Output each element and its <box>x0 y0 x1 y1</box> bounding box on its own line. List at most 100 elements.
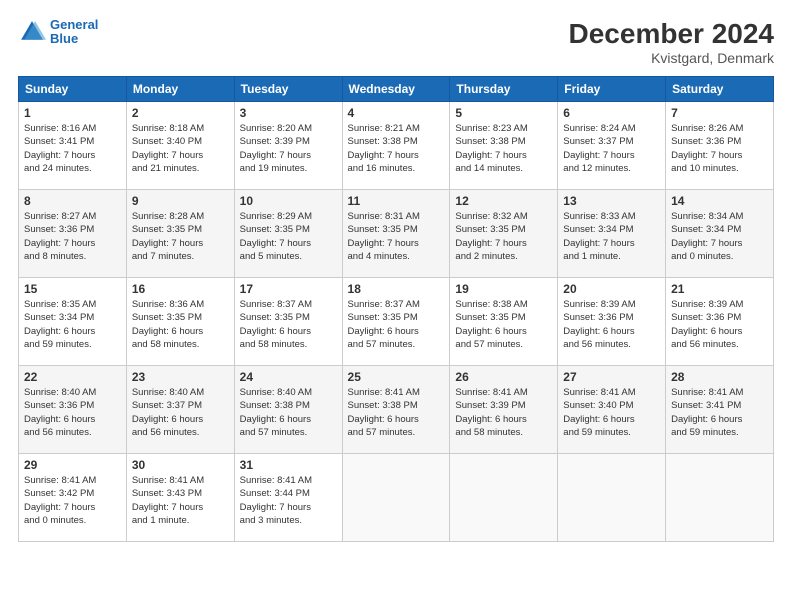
day-info: Sunrise: 8:27 AM Sunset: 3:36 PM Dayligh… <box>24 210 121 263</box>
day-info: Sunrise: 8:41 AM Sunset: 3:43 PM Dayligh… <box>132 474 229 527</box>
day-info: Sunrise: 8:40 AM Sunset: 3:36 PM Dayligh… <box>24 386 121 439</box>
logo-blue: Blue <box>50 31 78 46</box>
day-info: Sunrise: 8:41 AM Sunset: 3:42 PM Dayligh… <box>24 474 121 527</box>
calendar-cell: 17 Sunrise: 8:37 AM Sunset: 3:35 PM Dayli… <box>234 278 342 366</box>
day-info: Sunrise: 8:39 AM Sunset: 3:36 PM Dayligh… <box>671 298 768 351</box>
calendar-cell: 30 Sunrise: 8:41 AM Sunset: 3:43 PM Dayli… <box>126 454 234 542</box>
day-number: 16 <box>132 282 229 296</box>
logo: General Blue <box>18 18 98 47</box>
calendar-cell: 19 Sunrise: 8:38 AM Sunset: 3:35 PM Dayli… <box>450 278 558 366</box>
day-number: 27 <box>563 370 660 384</box>
day-info: Sunrise: 8:20 AM Sunset: 3:39 PM Dayligh… <box>240 122 337 175</box>
main-title: December 2024 <box>569 18 774 50</box>
calendar-header-row: SundayMondayTuesdayWednesdayThursdayFrid… <box>19 77 774 102</box>
calendar-cell: 4Sunrise: 8:21 AM Sunset: 3:38 PM Daylig… <box>342 102 450 190</box>
calendar-cell: 20 Sunrise: 8:39 AM Sunset: 3:36 PM Dayli… <box>558 278 666 366</box>
day-number: 11 <box>348 194 445 208</box>
col-header-tuesday: Tuesday <box>234 77 342 102</box>
day-info: Sunrise: 8:28 AM Sunset: 3:35 PM Dayligh… <box>132 210 229 263</box>
day-number: 10 <box>240 194 337 208</box>
col-header-monday: Monday <box>126 77 234 102</box>
day-number: 1 <box>24 106 121 120</box>
calendar-table: SundayMondayTuesdayWednesdayThursdayFrid… <box>18 76 774 542</box>
calendar-cell: 2Sunrise: 8:18 AM Sunset: 3:40 PM Daylig… <box>126 102 234 190</box>
day-info: Sunrise: 8:41 AM Sunset: 3:44 PM Dayligh… <box>240 474 337 527</box>
calendar-cell: 25 Sunrise: 8:41 AM Sunset: 3:38 PM Dayli… <box>342 366 450 454</box>
col-header-wednesday: Wednesday <box>342 77 450 102</box>
day-number: 3 <box>240 106 337 120</box>
calendar-cell: 15Sunrise: 8:35 AM Sunset: 3:34 PM Dayli… <box>19 278 127 366</box>
day-number: 21 <box>671 282 768 296</box>
day-number: 6 <box>563 106 660 120</box>
day-number: 15 <box>24 282 121 296</box>
day-info: Sunrise: 8:33 AM Sunset: 3:34 PM Dayligh… <box>563 210 660 263</box>
day-number: 20 <box>563 282 660 296</box>
day-number: 26 <box>455 370 552 384</box>
calendar-cell: 22 Sunrise: 8:40 AM Sunset: 3:36 PM Dayli… <box>19 366 127 454</box>
col-header-saturday: Saturday <box>666 77 774 102</box>
day-info: Sunrise: 8:29 AM Sunset: 3:35 PM Dayligh… <box>240 210 337 263</box>
title-block: December 2024 Kvistgard, Denmark <box>569 18 774 66</box>
day-number: 4 <box>348 106 445 120</box>
day-number: 25 <box>348 370 445 384</box>
calendar-cell: 11 Sunrise: 8:31 AM Sunset: 3:35 PM Dayli… <box>342 190 450 278</box>
header: General Blue December 2024 Kvistgard, De… <box>18 18 774 66</box>
day-info: Sunrise: 8:39 AM Sunset: 3:36 PM Dayligh… <box>563 298 660 351</box>
logo-icon <box>18 18 46 46</box>
calendar-week-row: 15Sunrise: 8:35 AM Sunset: 3:34 PM Dayli… <box>19 278 774 366</box>
day-number: 19 <box>455 282 552 296</box>
day-number: 18 <box>348 282 445 296</box>
day-number: 24 <box>240 370 337 384</box>
day-info: Sunrise: 8:31 AM Sunset: 3:35 PM Dayligh… <box>348 210 445 263</box>
day-info: Sunrise: 8:34 AM Sunset: 3:34 PM Dayligh… <box>671 210 768 263</box>
day-info: Sunrise: 8:37 AM Sunset: 3:35 PM Dayligh… <box>240 298 337 351</box>
day-number: 5 <box>455 106 552 120</box>
calendar-cell <box>450 454 558 542</box>
calendar-cell: 8 Sunrise: 8:27 AM Sunset: 3:36 PM Daylig… <box>19 190 127 278</box>
calendar-cell: 29Sunrise: 8:41 AM Sunset: 3:42 PM Dayli… <box>19 454 127 542</box>
day-info: Sunrise: 8:41 AM Sunset: 3:39 PM Dayligh… <box>455 386 552 439</box>
day-number: 17 <box>240 282 337 296</box>
calendar-week-row: 8 Sunrise: 8:27 AM Sunset: 3:36 PM Daylig… <box>19 190 774 278</box>
calendar-cell <box>558 454 666 542</box>
calendar-cell: 3 Sunrise: 8:20 AM Sunset: 3:39 PM Daylig… <box>234 102 342 190</box>
day-number: 22 <box>24 370 121 384</box>
logo-text: General Blue <box>50 18 98 47</box>
col-header-thursday: Thursday <box>450 77 558 102</box>
day-number: 30 <box>132 458 229 472</box>
calendar-cell: 14 Sunrise: 8:34 AM Sunset: 3:34 PM Dayli… <box>666 190 774 278</box>
day-info: Sunrise: 8:38 AM Sunset: 3:35 PM Dayligh… <box>455 298 552 351</box>
calendar-cell: 12Sunrise: 8:32 AM Sunset: 3:35 PM Dayli… <box>450 190 558 278</box>
logo-general: General <box>50 17 98 32</box>
day-number: 9 <box>132 194 229 208</box>
calendar-cell: 10 Sunrise: 8:29 AM Sunset: 3:35 PM Dayli… <box>234 190 342 278</box>
day-number: 14 <box>671 194 768 208</box>
day-info: Sunrise: 8:16 AM Sunset: 3:41 PM Dayligh… <box>24 122 121 175</box>
calendar-cell: 21 Sunrise: 8:39 AM Sunset: 3:36 PM Dayli… <box>666 278 774 366</box>
day-number: 31 <box>240 458 337 472</box>
day-number: 23 <box>132 370 229 384</box>
col-header-sunday: Sunday <box>19 77 127 102</box>
day-info: Sunrise: 8:26 AM Sunset: 3:36 PM Dayligh… <box>671 122 768 175</box>
day-number: 8 <box>24 194 121 208</box>
day-info: Sunrise: 8:24 AM Sunset: 3:37 PM Dayligh… <box>563 122 660 175</box>
calendar-cell <box>666 454 774 542</box>
day-info: Sunrise: 8:23 AM Sunset: 3:38 PM Dayligh… <box>455 122 552 175</box>
calendar-cell: 1 Sunrise: 8:16 AM Sunset: 3:41 PM Daylig… <box>19 102 127 190</box>
calendar-week-row: 1 Sunrise: 8:16 AM Sunset: 3:41 PM Daylig… <box>19 102 774 190</box>
day-info: Sunrise: 8:36 AM Sunset: 3:35 PM Dayligh… <box>132 298 229 351</box>
page: General Blue December 2024 Kvistgard, De… <box>0 0 792 552</box>
calendar-week-row: 29Sunrise: 8:41 AM Sunset: 3:42 PM Dayli… <box>19 454 774 542</box>
subtitle: Kvistgard, Denmark <box>569 50 774 66</box>
day-info: Sunrise: 8:41 AM Sunset: 3:41 PM Dayligh… <box>671 386 768 439</box>
calendar-cell: 23 Sunrise: 8:40 AM Sunset: 3:37 PM Dayli… <box>126 366 234 454</box>
day-number: 13 <box>563 194 660 208</box>
day-info: Sunrise: 8:41 AM Sunset: 3:38 PM Dayligh… <box>348 386 445 439</box>
day-number: 28 <box>671 370 768 384</box>
calendar-cell: 18Sunrise: 8:37 AM Sunset: 3:35 PM Dayli… <box>342 278 450 366</box>
calendar-cell: 13 Sunrise: 8:33 AM Sunset: 3:34 PM Dayli… <box>558 190 666 278</box>
calendar-cell <box>342 454 450 542</box>
day-info: Sunrise: 8:40 AM Sunset: 3:37 PM Dayligh… <box>132 386 229 439</box>
calendar-cell: 26 Sunrise: 8:41 AM Sunset: 3:39 PM Dayli… <box>450 366 558 454</box>
day-info: Sunrise: 8:40 AM Sunset: 3:38 PM Dayligh… <box>240 386 337 439</box>
